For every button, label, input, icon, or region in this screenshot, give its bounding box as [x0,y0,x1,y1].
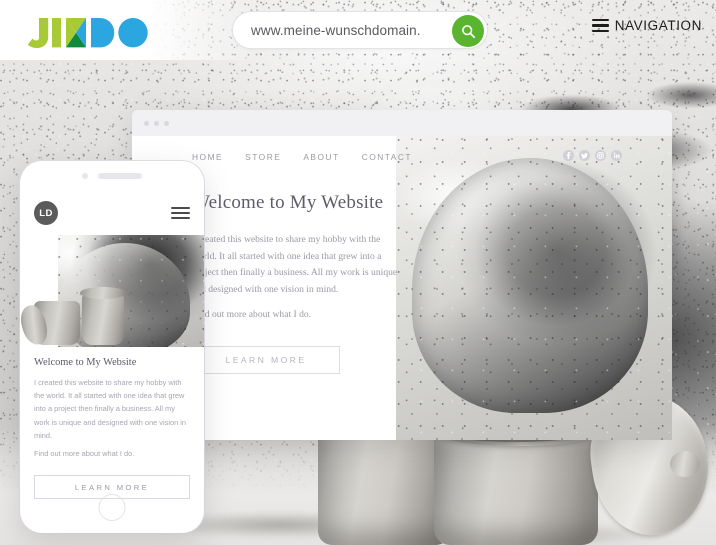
site-paragraph: I created this website to share my hobby… [192,232,404,324]
instagram-icon[interactable] [595,150,606,161]
facebook-icon[interactable] [563,150,574,161]
phone-hero-jar-b-lid [80,287,126,299]
phone-site-logo[interactable]: LD [34,201,58,225]
browser-title-bar [132,110,672,136]
site-paragraph-main: I created this website to share my hobby… [192,234,398,295]
domain-search-input[interactable] [233,12,487,48]
site-heading: Welcome to My Website [192,192,384,213]
site-nav-item-home[interactable]: HOME [192,152,223,162]
domain-search-button[interactable] [452,15,484,47]
page-root: HOME STORE ABOUT CONTACT Welcome to My W… [0,0,716,545]
phone-camera-icon [82,173,88,179]
site-topbar: HOME STORE ABOUT CONTACT [132,136,672,178]
browser-viewport: HOME STORE ABOUT CONTACT Welcome to My W… [132,136,672,440]
site-social-links [563,150,622,161]
domain-search-box [232,11,488,49]
hamburger-menu-icon[interactable] [591,18,609,33]
phone-paragraph-last: Find out more about what I do. [34,448,135,458]
site-paragraph-last: Find out more about what I do. [192,309,312,320]
site-nav-item-store[interactable]: STORE [245,152,281,162]
browser-dot-2 [154,120,159,126]
site-learn-more-button[interactable]: LEARN MORE [192,345,340,374]
phone-screen: LD Welcome to My Website I created this … [20,191,204,503]
browser-dot-1 [144,120,149,126]
site-nav-item-about[interactable]: ABOUT [303,152,339,162]
main-navigation-toggle[interactable]: NAVIGATION [591,18,702,33]
desktop-browser-mockup: HOME STORE ABOUT CONTACT Welcome to My W… [132,110,672,440]
site-navigation: HOME STORE ABOUT CONTACT [192,152,412,162]
phone-top-bezel [20,161,204,191]
phone-paragraph-main: I created this website to share my hobby… [34,378,187,440]
browser-dot-3 [164,120,169,126]
site-hero-content: Welcome to My Website I created this web… [192,192,482,374]
phone-hero-image [20,235,204,347]
phone-heading: Welcome to My Website [34,357,137,368]
phone-hero-jar-b [82,293,124,345]
site-nav-item-contact[interactable]: CONTACT [362,152,412,162]
phone-home-button[interactable] [98,494,126,521]
twitter-icon[interactable] [579,150,590,161]
navigation-label: NAVIGATION [614,18,702,33]
phone-mockup: LD Welcome to My Website I created this … [20,161,204,533]
phone-speaker [98,173,142,179]
site-header: NAVIGATION [0,0,716,60]
phone-hamburger-menu-icon[interactable] [171,207,190,219]
phone-site-header: LD [20,191,204,235]
linkedin-icon[interactable] [611,150,622,161]
phone-paragraph: I created this website to share my hobby… [34,376,190,460]
phone-hero-content: Welcome to My Website I created this web… [20,347,204,500]
jimdo-logo[interactable] [28,18,158,48]
